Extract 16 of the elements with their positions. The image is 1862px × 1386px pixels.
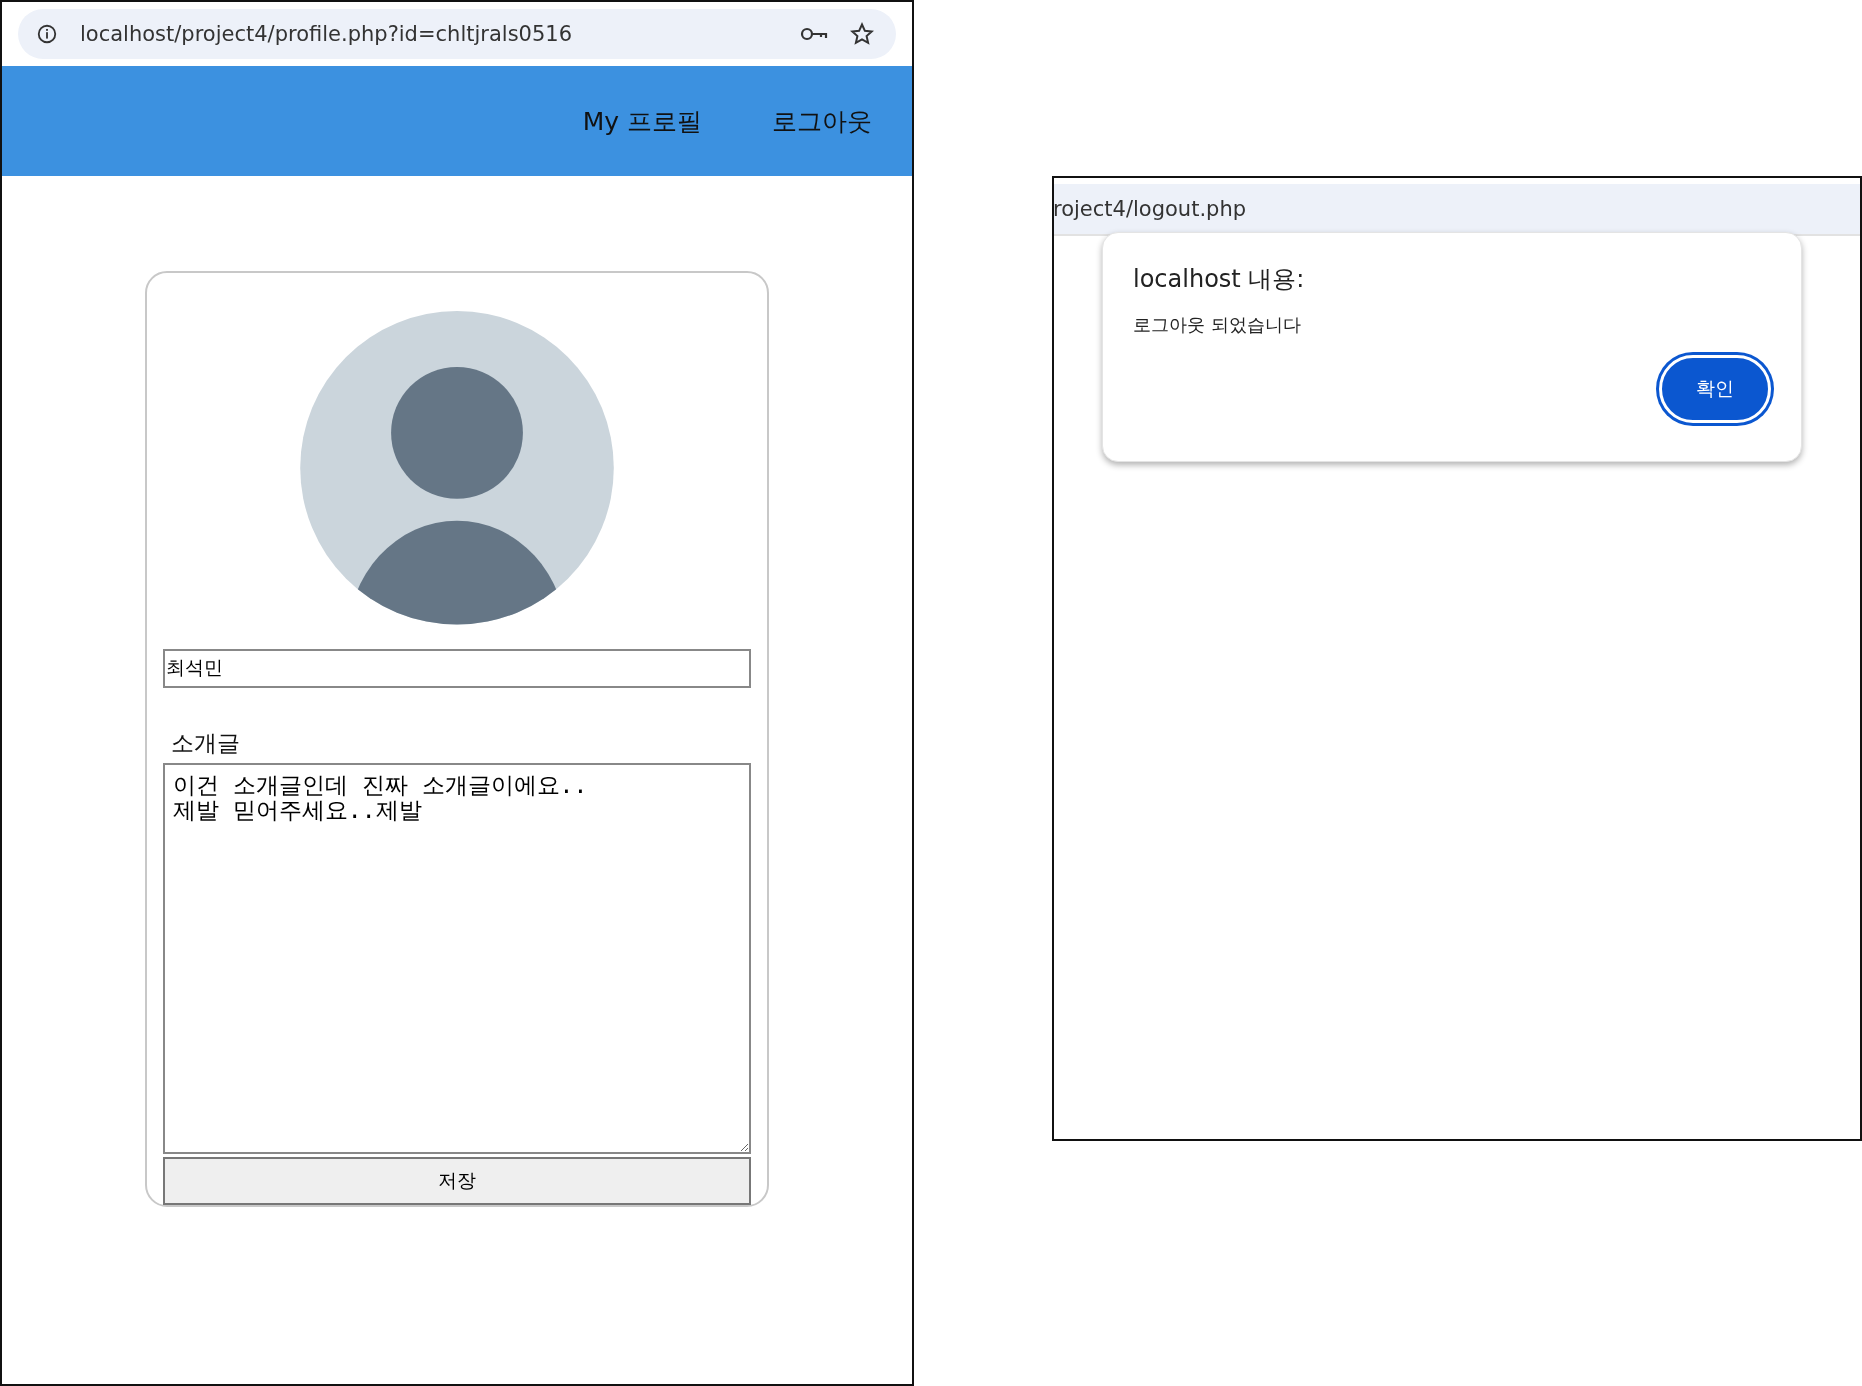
address-bar[interactable]: roject4/logout.php [1054,184,1860,236]
url-text: localhost/project4/profile.php?id=chltjrals0516 [80,22,573,46]
name-field[interactable]: 최석민 [163,648,751,688]
key-icon[interactable] [800,26,828,42]
address-bar[interactable]: localhost/project4/profile.php?id=chltjrals0516 [18,9,896,59]
save-button[interactable]: 저장 [163,1157,751,1205]
intro-field[interactable]: 이건 소개글인데 진짜 소개글이에요.. 제발 믿어주세요..제발 [163,762,751,1155]
info-icon[interactable] [36,23,58,45]
ok-button[interactable]: 확인 [1659,355,1771,423]
url-text: roject4/logout.php [1054,197,1247,221]
intro-label: 소개글 [171,728,240,758]
dialog-message: 로그아웃 되었습니다 [1133,313,1302,337]
dialog-title: localhost 내용: [1133,264,1306,295]
star-icon[interactable] [850,22,874,46]
nav-link[interactable]: My 프로필 [582,104,702,138]
nav-link[interactable]: 로그아웃 [772,104,872,138]
